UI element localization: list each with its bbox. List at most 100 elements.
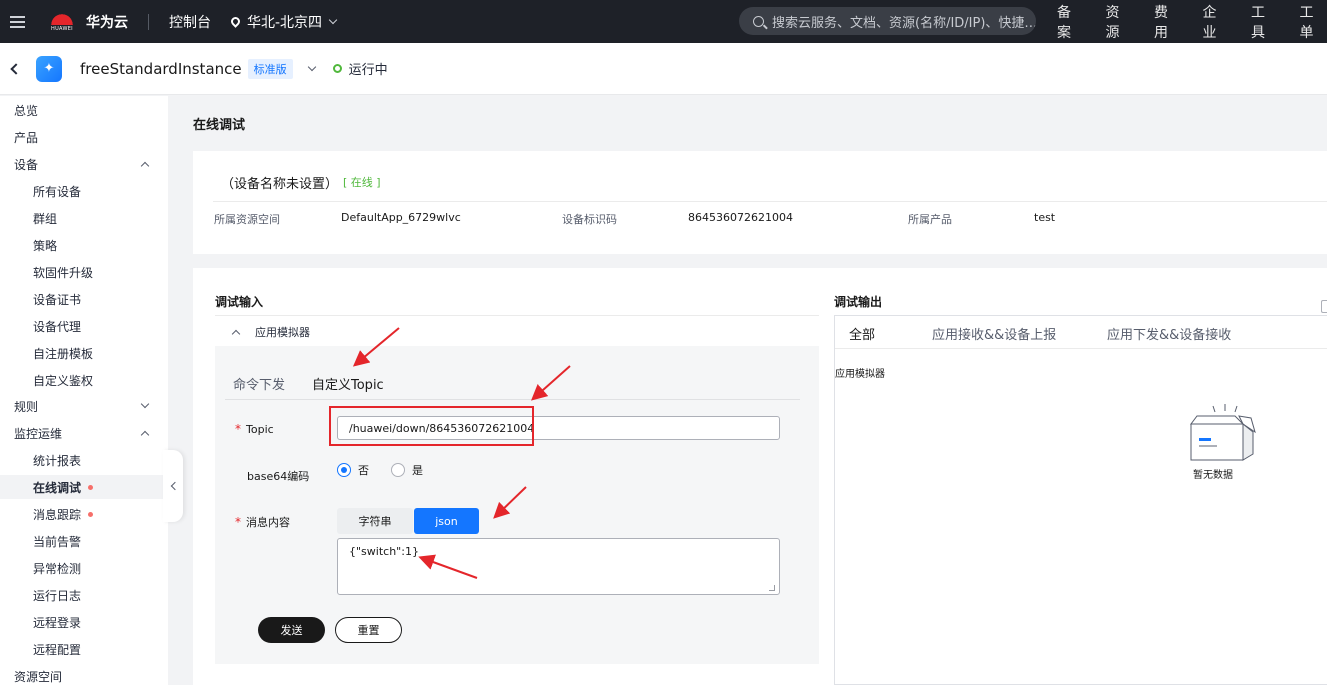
empty-state-text: 暂无数据 [1193, 470, 1233, 481]
chevron-up-icon [140, 430, 150, 440]
sidebar-item-rules[interactable]: 规则 [0, 394, 166, 418]
instance-status: 运行中 [348, 63, 388, 78]
chevron-left-icon [170, 481, 179, 491]
sidebar-item-resource-space[interactable]: 资源空间 [0, 664, 166, 685]
radio-yes-label: 是 [412, 464, 423, 477]
sidebar-item-anomaly-detection[interactable]: 异常检测 [0, 556, 166, 580]
region-selector[interactable]: 华北-北京四 [229, 12, 338, 32]
topic-label: * Topic [235, 422, 274, 436]
product-label: 所属产品 [908, 213, 952, 226]
tab-custom-topic[interactable]: 自定义Topic [312, 374, 384, 393]
sidebar-item-label: 总览 [14, 103, 39, 118]
output-tab-all[interactable]: 全部 [849, 324, 875, 343]
sidebar-item-online-debug[interactable]: 在线调试 [0, 475, 166, 499]
content-label-text: 消息内容 [246, 516, 290, 529]
send-button[interactable]: 发送 [258, 617, 325, 643]
new-indicator-dot-icon [88, 484, 94, 490]
instance-switch-chevron-icon[interactable] [307, 62, 316, 71]
debug-card: 调试输入 应用模拟器 命令下发 自定义Topic * Topic /huawei/… [193, 268, 1327, 685]
resource-space-value: DefaultApp_6729wlvc [341, 211, 461, 224]
nav-beian[interactable]: 备案 [1057, 2, 1085, 42]
sidebar-item-label: 产品 [14, 130, 39, 145]
sidebar-item-self-register-template[interactable]: 自注册模板 [0, 341, 166, 365]
sidebar-item-label: 设备证书 [33, 292, 82, 307]
reset-button[interactable]: 重置 [335, 617, 402, 643]
radio-no-label: 否 [358, 464, 369, 477]
nav-tickets[interactable]: 工单 [1300, 2, 1327, 42]
sidebar-item-device-proxy[interactable]: 设备代理 [0, 314, 166, 338]
sidebar-item-products[interactable]: 产品 [0, 125, 166, 149]
sidebar-item-remote-config[interactable]: 远程配置 [0, 637, 166, 661]
output-tab-app-receive[interactable]: 应用接收&&设备上报 [932, 324, 1056, 343]
sidebar-item-label: 规则 [14, 399, 39, 414]
simulator-panel: 命令下发 自定义Topic * Topic /huawei/down/864536… [215, 346, 819, 664]
output-simulator-label: 应用模拟器 [835, 369, 885, 380]
sidebar-item-policies[interactable]: 策略 [0, 233, 166, 257]
divider [148, 13, 149, 30]
sidebar-item-devices[interactable]: 设备 [0, 152, 166, 176]
divider [213, 201, 1327, 202]
sidebar-item-label: 设备代理 [33, 319, 82, 334]
resize-handle-icon[interactable] [769, 585, 775, 591]
sidebar: 总览产品设备所有设备群组策略软固件升级设备证书设备代理自注册模板自定义鉴权规则监… [0, 96, 168, 685]
format-json-button[interactable]: json [414, 508, 479, 534]
chevron-up-icon [231, 329, 241, 339]
chevron-down-icon [328, 15, 338, 24]
divider [835, 348, 1327, 349]
required-asterisk: * [235, 422, 241, 436]
page-title: 在线调试 [193, 118, 246, 133]
iotda-app-icon: ✦ [36, 55, 62, 82]
sidebar-item-label: 异常检测 [33, 561, 82, 576]
sidebar-item-remote-login[interactable]: 远程登录 [0, 610, 166, 634]
sidebar-item-label: 自定义鉴权 [33, 373, 94, 388]
sidebar-item-overview[interactable]: 总览 [0, 98, 166, 122]
message-content-value: {"switch":1} [349, 545, 419, 558]
output-option-checkbox[interactable] [1321, 300, 1327, 313]
output-tab-app-send[interactable]: 应用下发&&设备接收 [1107, 324, 1231, 343]
sidebar-item-label: 在线调试 [33, 480, 82, 495]
simulator-toggle[interactable]: 应用模拟器 [231, 324, 310, 340]
tab-command[interactable]: 命令下发 [233, 374, 285, 393]
product-value: test [1034, 211, 1056, 224]
sidebar-item-label: 资源空间 [14, 669, 63, 684]
message-content-textarea[interactable]: {"switch":1} [337, 538, 780, 595]
sidebar-item-label: 统计报表 [33, 453, 82, 468]
sidebar-item-label: 所有设备 [33, 184, 82, 199]
hamburger-menu-icon[interactable] [0, 0, 34, 43]
sidebar-item-all-devices[interactable]: 所有设备 [0, 179, 166, 203]
location-pin-icon [229, 15, 242, 28]
sidebar-item-firmware-upgrade[interactable]: 软固件升级 [0, 260, 166, 284]
topic-input[interactable]: /huawei/down/864536072621004 [337, 416, 780, 440]
nav-billing[interactable]: 费用 [1154, 2, 1182, 42]
brand-name[interactable]: 华为云 [86, 12, 128, 32]
device-info-card: （设备名称未设置） [ 在线 ] 所属资源空间 DefaultApp_6729w… [193, 151, 1327, 254]
format-string-button[interactable]: 字符串 [337, 508, 413, 534]
nav-tools[interactable]: 工具 [1251, 2, 1279, 42]
huawei-logo[interactable]: HUAWEI [48, 8, 76, 36]
simulator-label: 应用模拟器 [255, 326, 310, 339]
nav-resources[interactable]: 资源 [1106, 2, 1134, 42]
sidebar-item-current-alarms[interactable]: 当前告警 [0, 529, 166, 553]
radio-unselected-icon [391, 463, 405, 477]
console-link[interactable]: 控制台 [169, 12, 211, 32]
sidebar-collapse-button[interactable] [163, 450, 183, 522]
sidebar-item-statistics[interactable]: 统计报表 [0, 448, 166, 472]
sidebar-item-message-trace[interactable]: 消息跟踪 [0, 502, 166, 526]
global-search-input[interactable]: 搜索云服务、文档、资源(名称/ID/IP)、快捷… [739, 7, 1036, 35]
empty-box-icon [1190, 404, 1256, 461]
radio-base64-no[interactable]: 否 [337, 462, 369, 478]
sidebar-item-monitoring[interactable]: 监控运维 [0, 421, 166, 445]
radio-base64-yes[interactable]: 是 [391, 462, 423, 478]
sidebar-item-run-logs[interactable]: 运行日志 [0, 583, 166, 607]
sidebar-item-custom-auth[interactable]: 自定义鉴权 [0, 368, 166, 392]
sidebar-item-device-certificates[interactable]: 设备证书 [0, 287, 166, 311]
nav-enterprise[interactable]: 企业 [1203, 2, 1231, 42]
back-arrow-icon[interactable] [10, 62, 22, 75]
device-name: （设备名称未设置） [221, 177, 339, 192]
sidebar-item-label: 设备 [14, 157, 39, 172]
sidebar-item-label: 远程配置 [33, 642, 82, 657]
region-label: 华北-北京四 [247, 14, 323, 31]
device-id-value: 864536072621004 [688, 211, 793, 224]
sidebar-item-groups[interactable]: 群组 [0, 206, 166, 230]
new-indicator-dot-icon [88, 511, 94, 517]
